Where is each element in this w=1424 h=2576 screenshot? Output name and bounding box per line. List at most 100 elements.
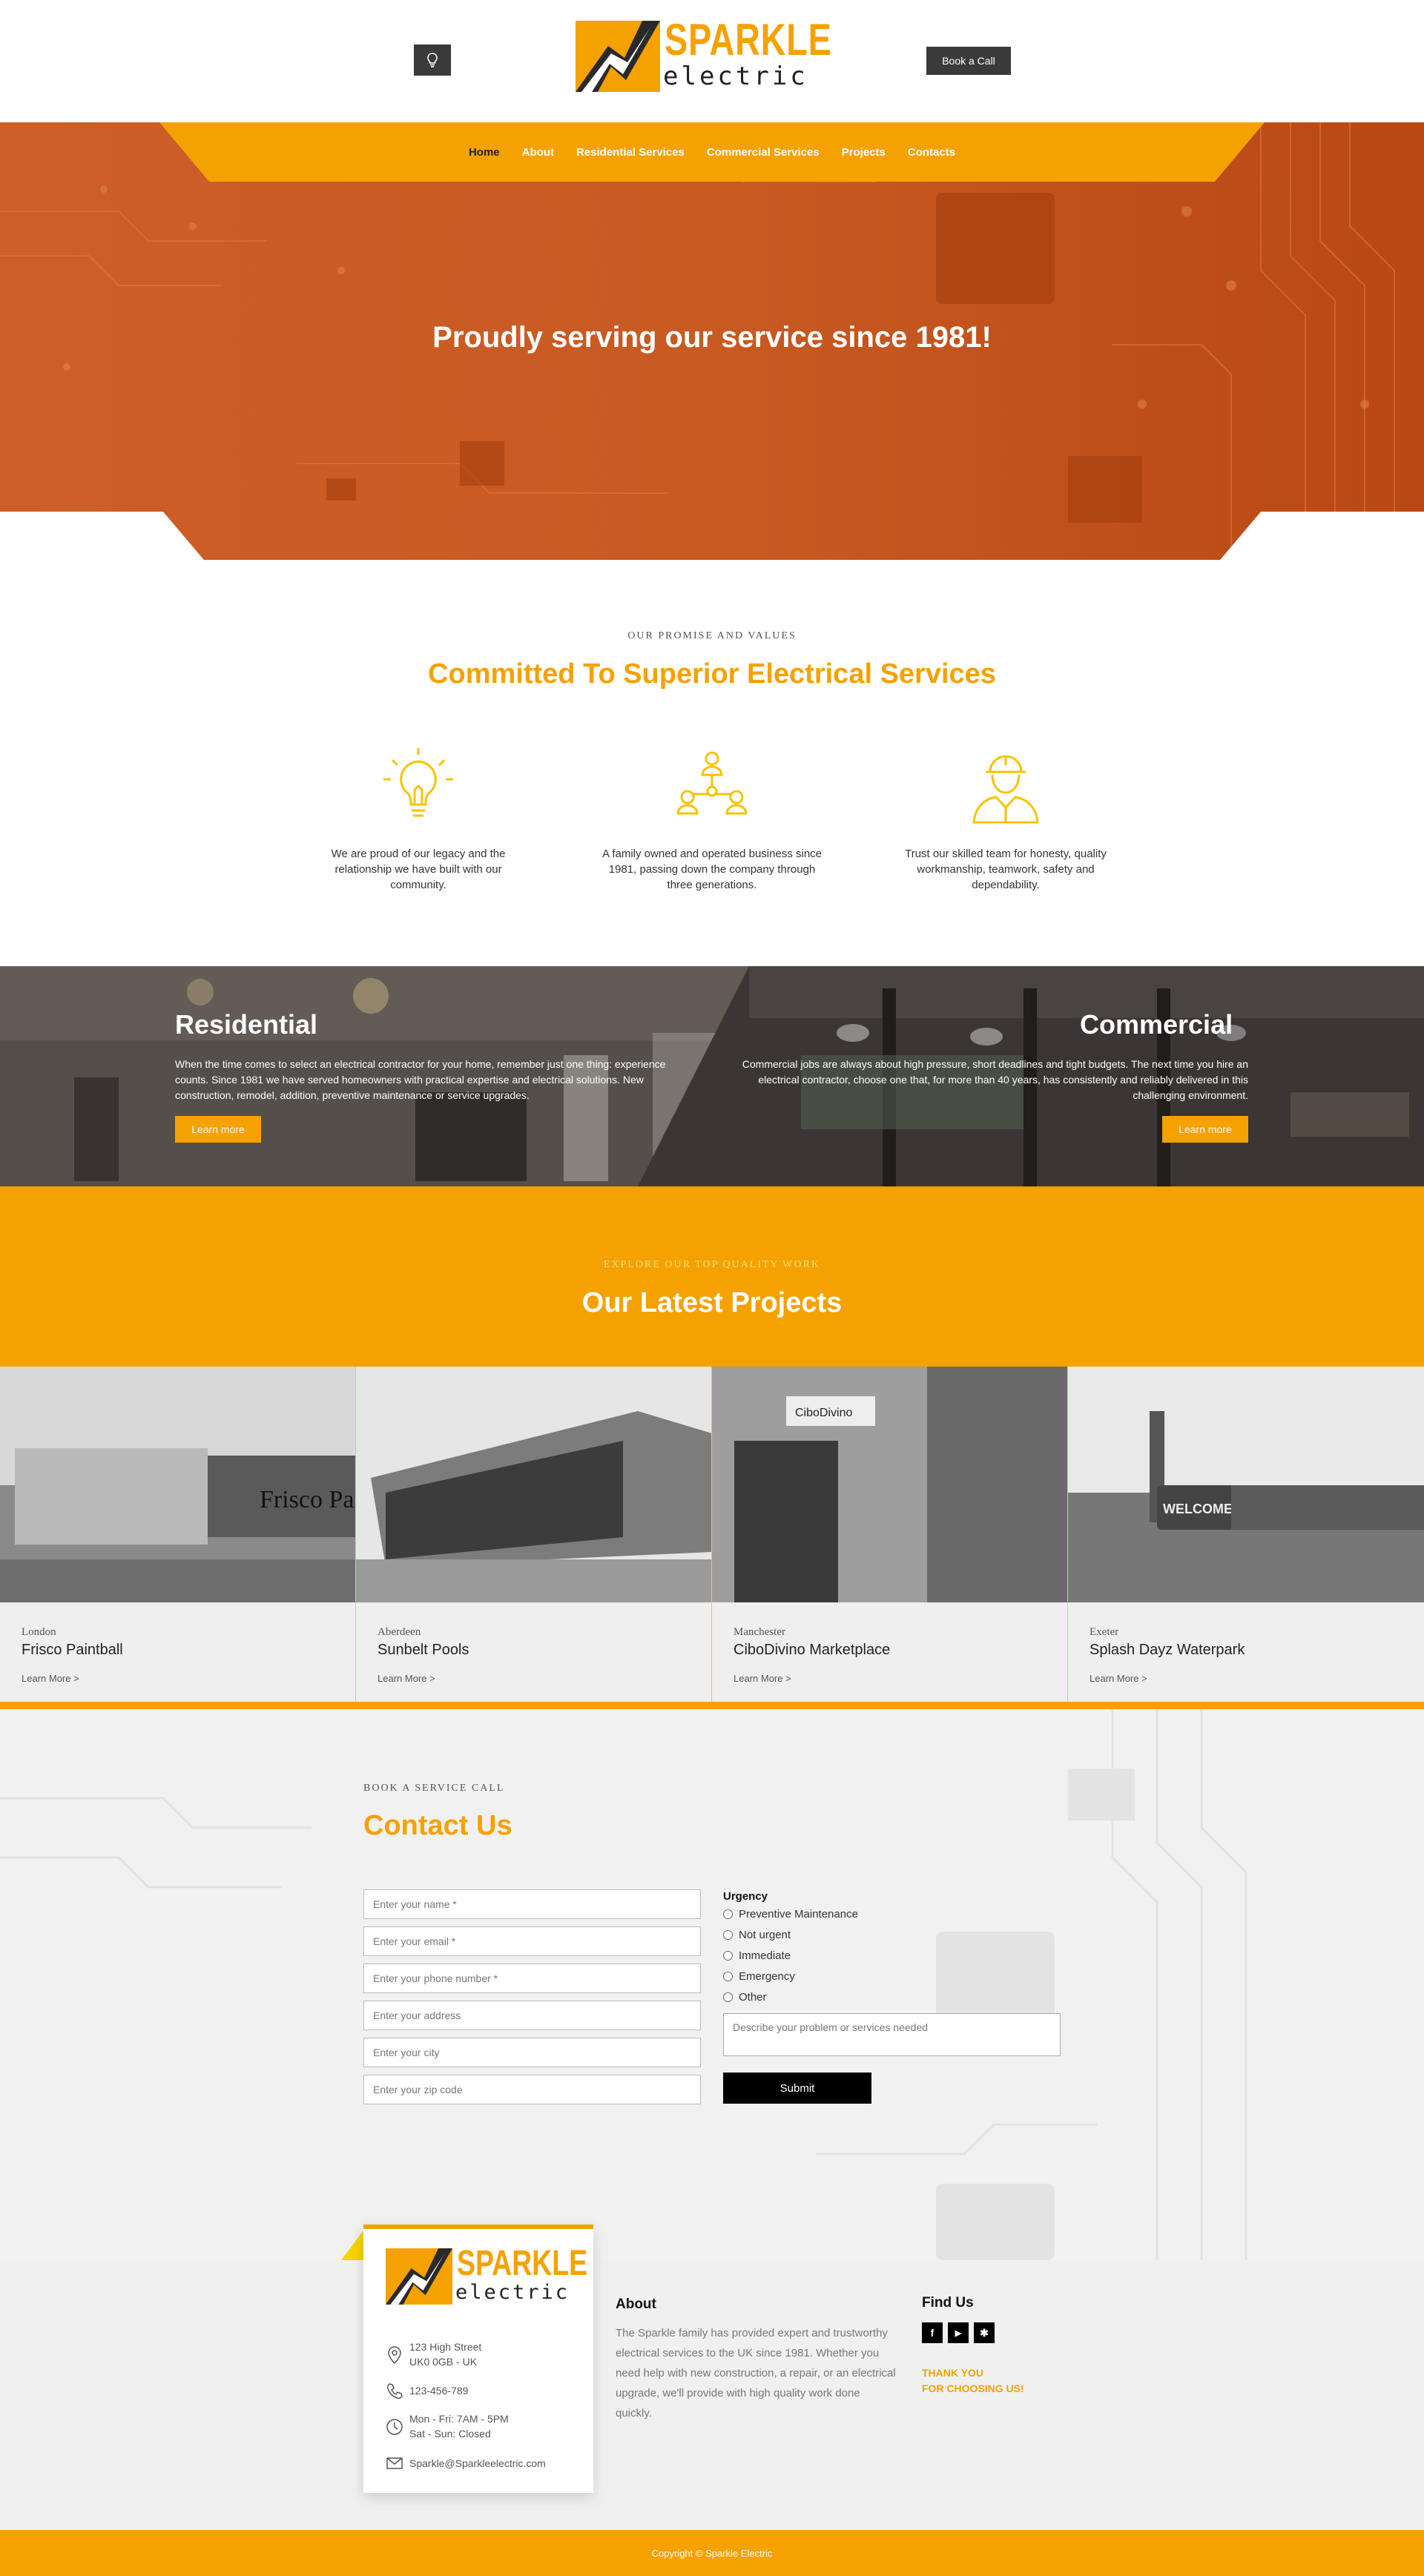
- phone-icon: [386, 2383, 403, 2400]
- phone-field[interactable]: Enter your phone number *: [363, 1964, 701, 1993]
- urgency-option-label: Emergency: [739, 1970, 795, 1983]
- logo-emblem: [386, 2248, 452, 2305]
- urgency-option[interactable]: Immediate: [723, 1949, 791, 1962]
- project-image: CiboDivino: [712, 1367, 1067, 1602]
- theme-toggle-button[interactable]: [414, 44, 451, 76]
- youtube-icon[interactable]: ▶: [948, 2322, 969, 2343]
- project-city: London: [22, 1626, 56, 1638]
- project-learn-more-link[interactable]: Learn More >: [22, 1673, 79, 1684]
- cibodivino-sign-text: CiboDivino: [795, 1407, 852, 1419]
- nav-item-contacts[interactable]: Contacts: [908, 146, 955, 159]
- project-learn-more-link[interactable]: Learn More >: [378, 1673, 435, 1684]
- site-logo[interactable]: SPARKLE electric: [576, 16, 831, 93]
- waterpark-sign-text: WELCOME: [1163, 1502, 1233, 1516]
- radio-button[interactable]: [723, 1909, 733, 1919]
- value-text-family: A family owned and operated business sin…: [601, 848, 822, 891]
- hero-title: Proudly serving our service since 1981!: [432, 321, 992, 354]
- project-title: Sunbelt Pools: [378, 1642, 469, 1658]
- nav-item-home[interactable]: Home: [469, 146, 500, 159]
- lightbulb-icon: [427, 53, 438, 67]
- urgency-option-label: Immediate: [739, 1949, 791, 1962]
- footer-thank-you: THANK YOU FOR CHOOSING US!: [922, 2365, 1024, 2397]
- project-learn-more-link[interactable]: Learn More >: [1090, 1673, 1147, 1684]
- logo-wordmark-bottom: electric: [455, 2281, 570, 2304]
- nav-item-projects[interactable]: Projects: [842, 146, 886, 159]
- radio-button[interactable]: [723, 1930, 733, 1940]
- contact-section: [0, 1709, 1424, 2260]
- commercial-title: Commercial: [1080, 1009, 1233, 1040]
- commercial-text: Commercial jobs are always about high pr…: [742, 1058, 1248, 1101]
- urgency-option[interactable]: Not urgent: [723, 1929, 791, 1941]
- submit-button[interactable]: Submit: [723, 2073, 871, 2104]
- name-field[interactable]: Enter your name *: [363, 1889, 701, 1919]
- yelp-icon[interactable]: ✱: [974, 2322, 995, 2343]
- radio-button[interactable]: [723, 1951, 733, 1961]
- city-field[interactable]: Enter your city: [363, 2038, 701, 2067]
- footer-phone[interactable]: 123-456-789: [409, 2383, 468, 2398]
- project-image: Frisco Paintball: [0, 1367, 355, 1602]
- location-pin-icon: [388, 2346, 401, 2365]
- project-city: Manchester: [734, 1626, 785, 1638]
- nav-item-about[interactable]: About: [522, 146, 554, 159]
- project-city: Exeter: [1090, 1626, 1119, 1638]
- book-call-button[interactable]: Book a Call: [926, 47, 1011, 75]
- team-hierarchy-icon: [676, 751, 748, 815]
- services-split: Residential When the time comes to selec…: [0, 966, 1424, 1186]
- residential-learn-more-button[interactable]: Learn more: [175, 1116, 261, 1143]
- contact-eyebrow: BOOK A SERVICE CALL: [363, 1783, 505, 1794]
- footer-email[interactable]: Sparkle@Sparkleelectric.com: [409, 2456, 546, 2471]
- project-title: CiboDivino Marketplace: [734, 1642, 891, 1658]
- frisco-sign-text: Frisco Paintball: [260, 1486, 355, 1513]
- zip-code-field[interactable]: Enter your zip code: [363, 2075, 701, 2104]
- project-learn-more-link[interactable]: Learn More >: [734, 1673, 791, 1684]
- lightbulb-icon: [383, 748, 453, 817]
- nav-item-residential-services[interactable]: Residential Services: [576, 146, 685, 159]
- urgency-option[interactable]: Preventive Maintenance: [723, 1908, 858, 1921]
- footer-hours-line2: Sat - Sun: Closed: [409, 2428, 491, 2440]
- nav-item-commercial-services[interactable]: Commercial Services: [707, 146, 820, 159]
- page: SPARKLE electric Book a Call Proudly ser…: [0, 0, 1424, 2576]
- envelope-icon: [386, 2457, 403, 2469]
- project-card[interactable]: CiboDivino Manchester CiboDivino Marketp…: [712, 1367, 1068, 1702]
- project-card[interactable]: WELCOME Exeter Splash Dayz Waterpark Lea…: [1068, 1367, 1424, 1702]
- worker-hardhat-icon: [972, 755, 1039, 824]
- urgency-option-label: Other: [739, 1991, 767, 2004]
- urgency-option[interactable]: Other: [723, 1991, 767, 2004]
- clock-icon: [386, 2419, 403, 2435]
- project-title: Splash Dayz Waterpark: [1090, 1642, 1245, 1658]
- contact-title: Contact Us: [363, 1810, 512, 1841]
- logo-emblem: [576, 21, 660, 92]
- residential-text: When the time comes to select an electri…: [175, 1058, 666, 1101]
- footer-about-title: About: [616, 2296, 656, 2312]
- facebook-icon[interactable]: f: [922, 2322, 943, 2343]
- project-title: Frisco Paintball: [22, 1642, 123, 1658]
- hero-banner: Proudly serving our service since 1981!: [0, 122, 1424, 560]
- section-divider: [0, 1702, 1424, 1709]
- radio-button[interactable]: [723, 1992, 733, 2002]
- residential-title: Residential: [175, 1009, 318, 1040]
- message-textarea[interactable]: Describe your problem or services needed: [723, 2013, 1061, 2056]
- project-city: Aberdeen: [378, 1626, 421, 1638]
- values-eyebrow: OUR PROMISE AND VALUES: [627, 630, 797, 641]
- projects-title: Our Latest Projects: [581, 1287, 843, 1318]
- urgency-option[interactable]: Emergency: [723, 1970, 795, 1983]
- main-nav: Home About Residential Services Commerci…: [159, 122, 1265, 182]
- email-field[interactable]: Enter your email *: [363, 1926, 701, 1956]
- project-card[interactable]: Aberdeen Sunbelt Pools Learn More >: [356, 1367, 712, 1702]
- address-field[interactable]: Enter your address: [363, 2001, 701, 2030]
- project-card[interactable]: Frisco Paintball London Frisco Paintball…: [0, 1367, 356, 1702]
- site-header: SPARKLE electric Book a Call: [0, 0, 1424, 122]
- circuit-board-background: [0, 1709, 1424, 2260]
- value-text-team: Trust our skilled team for honesty, qual…: [905, 848, 1107, 891]
- footer-about-text: The Sparkle family has provided expert a…: [616, 2327, 896, 2420]
- urgency-label: Urgency: [723, 1890, 768, 1903]
- radio-button[interactable]: [723, 1972, 733, 1981]
- logo-wordmark-top: SPARKLE: [457, 2244, 588, 2283]
- values-title: Committed To Superior Electrical Service…: [428, 658, 996, 690]
- commercial-learn-more-button[interactable]: Learn more: [1162, 1116, 1248, 1143]
- project-image: [356, 1367, 711, 1602]
- footer-hours-line1: Mon - Fri: 7AM - 5PM: [409, 2413, 509, 2425]
- projects-header: EXPLORE OUR TOP QUALITY WORK Our Latest …: [0, 1186, 1424, 1367]
- footer-find-us-title: Find Us: [922, 2295, 974, 2311]
- footer-logo[interactable]: SPARKLE electric: [386, 2245, 587, 2312]
